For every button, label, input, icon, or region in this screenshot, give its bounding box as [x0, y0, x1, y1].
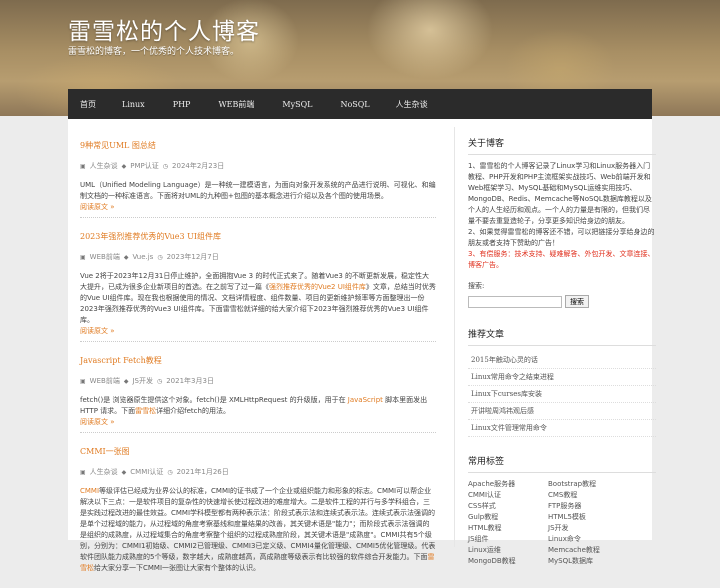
tag-icon: ◆ — [123, 253, 129, 261]
post-title[interactable]: 2023年强烈推荐优秀的Vue3 UI组件库 — [80, 231, 436, 242]
folder-icon: ▣ — [80, 468, 86, 476]
post-meta: ▣ WEB前端 ◆ Vue.js ◷ 2023年12月7日 — [80, 252, 436, 262]
excerpt-link[interactable]: JavaScript — [348, 396, 383, 404]
post-date: 2021年1月26日 — [176, 468, 229, 476]
nav-item-mysql[interactable]: MySQL — [268, 89, 326, 119]
about-text: 2、如果觉得雷雪松的博客还不错，可以把链接分享给身边的朋友或者支持下赞助的广告！ — [468, 228, 655, 247]
excerpt-link[interactable]: CMMI — [80, 487, 99, 495]
about-widget: 关于博客 1、雷雪松的个人博客记录了Linux学习和Linux服务器入门教程、P… — [468, 127, 656, 271]
excerpt-link[interactable]: 强烈推荐优秀的Vue2 UI组件库 — [269, 283, 366, 291]
tag-link[interactable]: HTML5模板 — [548, 512, 628, 522]
tag-icon: ◆ — [121, 468, 127, 476]
tag-link[interactable]: FTP服务器 — [548, 501, 628, 511]
post-date: 2024年2月23日 — [172, 162, 225, 170]
about-services: 3、有偿服务：技术支持、疑难解答、外包开发、文章连接、博客广告。 — [468, 250, 655, 269]
post-meta: ▣ WEB前端 ◆ JS开发 ◷ 2021年3月3日 — [80, 376, 436, 386]
post-tag[interactable]: Vue.js — [132, 253, 153, 261]
read-more-link[interactable]: 阅读原文 » — [80, 326, 436, 337]
post-excerpt: UML（Unified Modeling Language）是一种统一建模语言，… — [80, 181, 436, 200]
recommended-item[interactable]: Linux下curses库安装 — [468, 386, 656, 403]
clock-icon: ◷ — [162, 162, 169, 170]
tag-link[interactable]: HTML教程 — [468, 523, 548, 533]
tag-link[interactable]: JS组件 — [468, 534, 548, 544]
excerpt-link[interactable]: 雷雪松 — [135, 407, 156, 415]
recommended-item[interactable]: 2015年触动心灵的话 — [468, 352, 656, 369]
post-item: CMMI一张图 ▣ 人生杂谈 ◆ CMMI认证 ◷ 2021年1月26日 CMM… — [80, 446, 436, 578]
post-date: 2023年12月7日 — [166, 253, 219, 261]
site-title[interactable]: 雷雪松的个人博客 — [68, 12, 260, 46]
post-list: 9种常见UML 图总结 ▣ 人生杂谈 ◆ PMP认证 ◷ 2024年2月23日 … — [80, 127, 436, 588]
tags-widget: 常用标签 Apache服务器 Bootstrap教程 CMMI认证 CMS教程 … — [468, 445, 656, 566]
read-more-link[interactable]: 阅读原文 » — [80, 417, 436, 428]
post-category[interactable]: WEB前端 — [90, 252, 120, 262]
excerpt-text: 等级评估已经成为业界公认的标准，CMMI的证书成了一个企业或组织能力和形象的标志… — [80, 487, 436, 561]
tag-link[interactable]: Linux运维 — [468, 545, 548, 555]
tag-icon: ◆ — [121, 162, 127, 170]
tag-icon: ◆ — [123, 377, 129, 385]
nav-item-web[interactable]: WEB前端 — [204, 89, 268, 119]
post-title[interactable]: 9种常见UML 图总结 — [80, 140, 436, 151]
post-item: 2023年强烈推荐优秀的Vue3 UI组件库 ▣ WEB前端 ◆ Vue.js … — [80, 231, 436, 342]
post-item: 9种常见UML 图总结 ▣ 人生杂谈 ◆ PMP认证 ◷ 2024年2月23日 … — [80, 140, 436, 218]
folder-icon: ▣ — [80, 253, 86, 261]
post-excerpt: CMMI等级评估已经成为业界公认的标准，CMMI的证书成了一个企业或组织能力和形… — [80, 486, 436, 574]
post-item: Javascript Fetch教程 ▣ WEB前端 ◆ JS开发 ◷ 2021… — [80, 355, 436, 433]
post-category[interactable]: 人生杂谈 — [90, 161, 118, 171]
post-title[interactable]: CMMI一张图 — [80, 446, 436, 457]
nav-item-nosql[interactable]: NoSQL — [326, 89, 383, 119]
post-tag[interactable]: JS开发 — [132, 376, 153, 386]
excerpt-text: 给大家分享一下CMMI一张图让大家有个整体的认识。 — [94, 564, 261, 572]
sidebar: 关于博客 1、雷雪松的个人博客记录了Linux学习和Linux服务器入门教程、P… — [454, 127, 656, 565]
tag-cloud: Apache服务器 Bootstrap教程 CMMI认证 CMS教程 CSS样式… — [468, 479, 656, 566]
site-subtitle: 雷雪松的博客，一个优秀的个人技术博客。 — [68, 47, 240, 57]
clock-icon: ◷ — [156, 377, 163, 385]
search-form: 搜索 — [468, 295, 656, 308]
post-excerpt: fetch()是 浏览器原生提供这个对象。fetch()是 XMLHttpReq… — [80, 395, 436, 417]
main-nav: 首页 Linux PHP WEB前端 MySQL NoSQL 人生杂谈 — [68, 89, 652, 119]
recommended-item[interactable]: Linux文件管理常用命令 — [468, 420, 656, 437]
read-more-link[interactable]: 阅读原文 » — [80, 202, 436, 213]
about-title: 关于博客 — [468, 127, 656, 155]
tag-link[interactable]: Bootstrap教程 — [548, 479, 628, 489]
content-panel: 9种常见UML 图总结 ▣ 人生杂谈 ◆ PMP认证 ◷ 2024年2月23日 … — [68, 119, 656, 572]
post-title[interactable]: Javascript Fetch教程 — [80, 355, 436, 366]
tag-link[interactable]: CMMI认证 — [468, 490, 548, 500]
about-text: 1、雷雪松的个人博客记录了Linux学习和Linux服务器入门教程、PHP开发和… — [468, 162, 652, 225]
nav-item-php[interactable]: PHP — [159, 89, 205, 119]
tag-link[interactable]: MySQL数据库 — [548, 556, 628, 566]
tag-link[interactable]: Apache服务器 — [468, 479, 548, 489]
clock-icon: ◷ — [157, 253, 163, 261]
post-date: 2021年3月3日 — [166, 377, 214, 385]
excerpt-text: fetch()是 浏览器原生提供这个对象。fetch()是 XMLHttpReq… — [80, 396, 348, 404]
recommended-title: 推荐文章 — [468, 318, 656, 346]
post-meta: ▣ 人生杂谈 ◆ CMMI认证 ◷ 2021年1月26日 — [80, 467, 436, 477]
post-tag[interactable]: PMP认证 — [130, 161, 158, 171]
nav-item-life[interactable]: 人生杂谈 — [384, 89, 440, 119]
nav-item-linux[interactable]: Linux — [108, 89, 159, 119]
post-category[interactable]: WEB前端 — [90, 376, 120, 386]
folder-icon: ▣ — [80, 162, 86, 170]
recommended-item[interactable]: Linux常用命令之结束进程 — [468, 369, 656, 386]
search-button[interactable]: 搜索 — [565, 295, 589, 308]
nav-item-home[interactable]: 首页 — [68, 89, 108, 119]
clock-icon: ◷ — [167, 468, 173, 476]
tag-link[interactable]: JS开发 — [548, 523, 628, 533]
post-excerpt: Vue 2将于2023年12月31日停止维护，全面拥抱Vue 3 的时代正式来了… — [80, 271, 436, 326]
excerpt-text: 详细介绍fetch的用法。 — [156, 407, 230, 415]
post-category[interactable]: 人生杂谈 — [90, 467, 118, 477]
recommended-widget: 推荐文章 2015年触动心灵的话 Linux常用命令之结束进程 Linux下cu… — [468, 318, 656, 437]
recommended-item[interactable]: 开讲啦周鸿祎观后感 — [468, 403, 656, 420]
tag-link[interactable]: Linux命令 — [548, 534, 628, 544]
search-label: 搜索: — [468, 282, 485, 290]
post-tag[interactable]: CMMI认证 — [130, 467, 163, 477]
tag-link[interactable]: Gulp教程 — [468, 512, 548, 522]
search-input[interactable] — [468, 295, 562, 308]
post-meta: ▣ 人生杂谈 ◆ PMP认证 ◷ 2024年2月23日 — [80, 161, 436, 171]
tag-link[interactable]: CSS样式 — [468, 501, 548, 511]
tags-title: 常用标签 — [468, 445, 656, 473]
folder-icon: ▣ — [80, 377, 86, 385]
tag-link[interactable]: CMS教程 — [548, 490, 628, 500]
tag-link[interactable]: Memcache教程 — [548, 545, 628, 555]
tag-link[interactable]: MongoDB教程 — [468, 556, 548, 566]
